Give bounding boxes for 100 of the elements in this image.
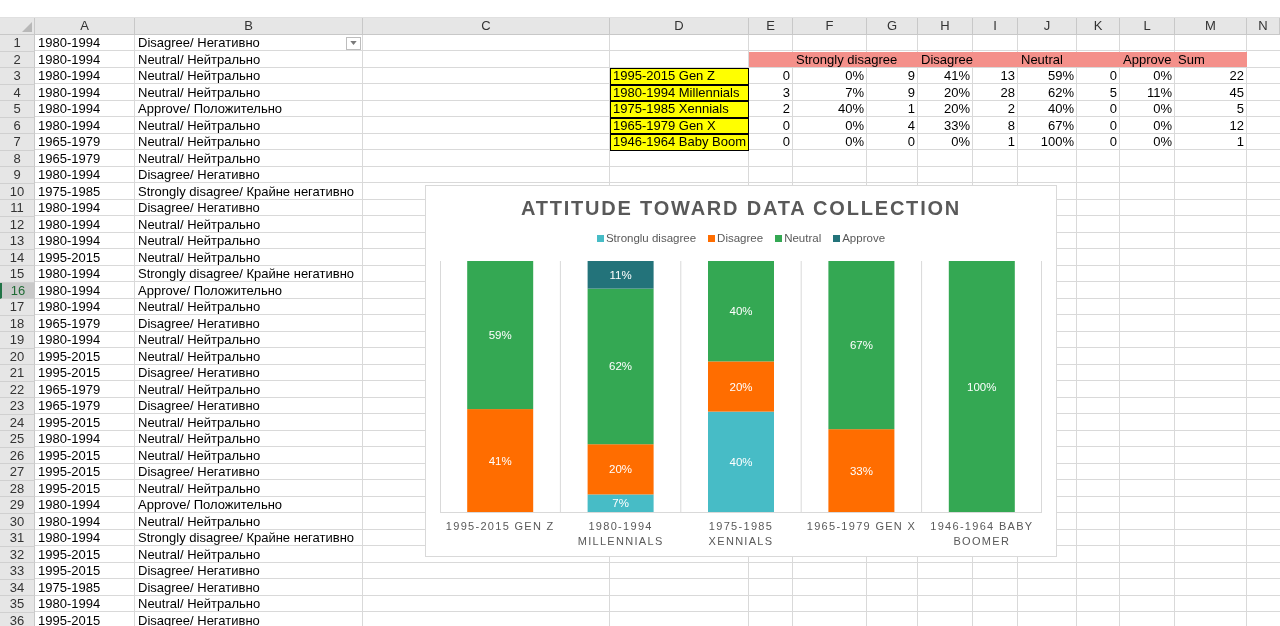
table-cell-text: 1980-1994 [37,266,102,283]
row-header[interactable]: 31 [0,530,35,547]
table-cell-text: Neutral/ Нейтрально [137,447,262,464]
table-cell-text: 12 [1228,117,1245,134]
table-cell-text: Neutral/ Нейтрально [137,134,262,151]
column-header[interactable]: N [1247,18,1280,35]
row-header[interactable]: 23 [0,398,35,415]
column-header[interactable]: A [35,18,135,35]
row-header[interactable]: 9 [0,167,35,184]
data-label: 59% [488,329,512,342]
row-header[interactable]: 11 [0,200,35,217]
row-header[interactable]: 5 [0,101,35,118]
table-cell-text: Disagree/ Негативно [137,579,261,596]
table-cell-text: Neutral/ Нейтрально [137,84,262,101]
data-label: 20% [609,463,633,476]
filter-dropdown-button[interactable] [346,36,361,50]
data-label: 62% [609,360,633,373]
table-cell-text: 40% [1046,101,1075,118]
table-cell-text: Neutral/ Нейтрально [137,596,262,613]
table-cell-text: 1995-2015 [37,563,102,580]
table-cell-text: 0% [1152,117,1173,134]
table-cell-text: 1980-1994 [37,233,102,250]
table-cell-text: 0 [781,134,791,151]
table-cell-text: 1995-2015 [37,348,102,365]
table-cell-text: 1995-2015 [37,365,102,382]
column-header[interactable]: I [973,18,1018,35]
row-header[interactable]: 33 [0,563,35,580]
table-cell-text: 1995-2015 [37,612,102,626]
row-header[interactable]: 27 [0,464,35,481]
row-header[interactable]: 17 [0,299,35,316]
table-cell-text: 1980-1994 [37,299,102,316]
row-header[interactable]: 3 [0,68,35,85]
table-cell-text: Disagree/ Негативно [137,365,261,382]
table-cell-text: Neutral/ Нейтрально [137,381,262,398]
column-header[interactable]: B [135,18,363,35]
table-cell-text: 9 [906,68,916,85]
legend-label: Neutral [784,232,822,244]
column-header[interactable]: M [1175,18,1247,35]
table-cell-text: 1 [1235,134,1245,151]
table-cell-text: Neutral/ Нейтрально [137,51,262,68]
column-header[interactable]: E [749,18,793,35]
table-cell-text: 0% [950,134,971,151]
data-label: 41% [488,454,512,467]
table-cell-text: Strongly disagree/ Крайне негативно [137,530,356,547]
column-header[interactable]: L [1120,18,1175,35]
table-cell-text: Neutral/ Нейтрально [137,414,262,431]
column-header[interactable]: G [867,18,918,35]
table-cell-text: Neutral/ Нейтрально [137,332,262,349]
table-cell-text: Disagree/ Негативно [137,563,261,580]
table-cell-text: 1975-1985 [37,183,102,200]
column-header[interactable]: H [918,18,973,35]
column-header[interactable]: D [610,18,749,35]
row-header[interactable]: 13 [0,233,35,250]
table-cell-text: Neutral/ Нейтрально [137,299,262,316]
table-cell-text: 0% [1152,101,1173,118]
table-cell-text: Neutral/ Нейтрально [137,513,262,530]
column-header[interactable]: C [363,18,610,35]
data-label: 67% [849,339,873,352]
chart-panel[interactable] [425,185,1057,557]
row-header[interactable]: 19 [0,332,35,349]
table-cell-text: 0% [844,68,865,85]
row-header[interactable]: 1 [0,35,35,52]
table-cell-text: 1980-1994 [37,84,102,101]
table-cell-text: Approve/ Положительно [137,101,284,118]
table-cell: 1975-1985 Xennials [610,101,749,118]
table-cell-text: 1980-1994 [37,200,102,217]
column-header[interactable]: F [793,18,867,35]
table-cell-text: Neutral/ Нейтрально [137,233,262,250]
table-cell-text: Disagree/ Негативно [137,200,261,217]
column-label: Disagree [920,51,975,68]
row-header[interactable]: 29 [0,497,35,514]
column-label: Sum [1177,51,1206,68]
row-header[interactable]: 21 [0,365,35,382]
table-cell-text: 5 [1235,101,1245,118]
column-header[interactable]: J [1018,18,1077,35]
table-cell-text: 0 [1108,117,1118,134]
table-cell-text: 1995-2015 [37,414,102,431]
table-cell-text: 33% [942,117,971,134]
table-cell-text: 67% [1046,117,1075,134]
table-cell-text: 0 [906,134,916,151]
data-label: 20% [729,380,753,393]
row-header[interactable]: 7 [0,134,35,151]
row-header[interactable]: 25 [0,431,35,448]
table-cell-text: Strongly disagree/ Крайне негативно [137,183,356,200]
table-cell-text: 1980-1994 [37,497,102,514]
table-cell-text: 13 [999,68,1016,85]
table-cell-text: 1965-1979 [37,398,102,415]
table-cell-text: 59% [1046,68,1075,85]
column-header[interactable]: K [1077,18,1120,35]
table-cell-text: 62% [1046,84,1075,101]
table-cell-text: 41% [942,68,971,85]
data-label: 100% [967,380,997,393]
table-cell-text: Strongly disagree/ Крайне негативно [137,266,356,283]
row-header[interactable]: 15 [0,266,35,283]
row-header[interactable]: 35 [0,596,35,613]
table-cell-text: 1980-1994 [37,596,102,613]
table-cell-text: 7% [844,84,865,101]
table-cell-text: Neutral/ Нейтрально [137,249,262,266]
table-cell-text: 1980-1994 [37,530,102,547]
table-cell-text: 22 [1228,68,1245,85]
